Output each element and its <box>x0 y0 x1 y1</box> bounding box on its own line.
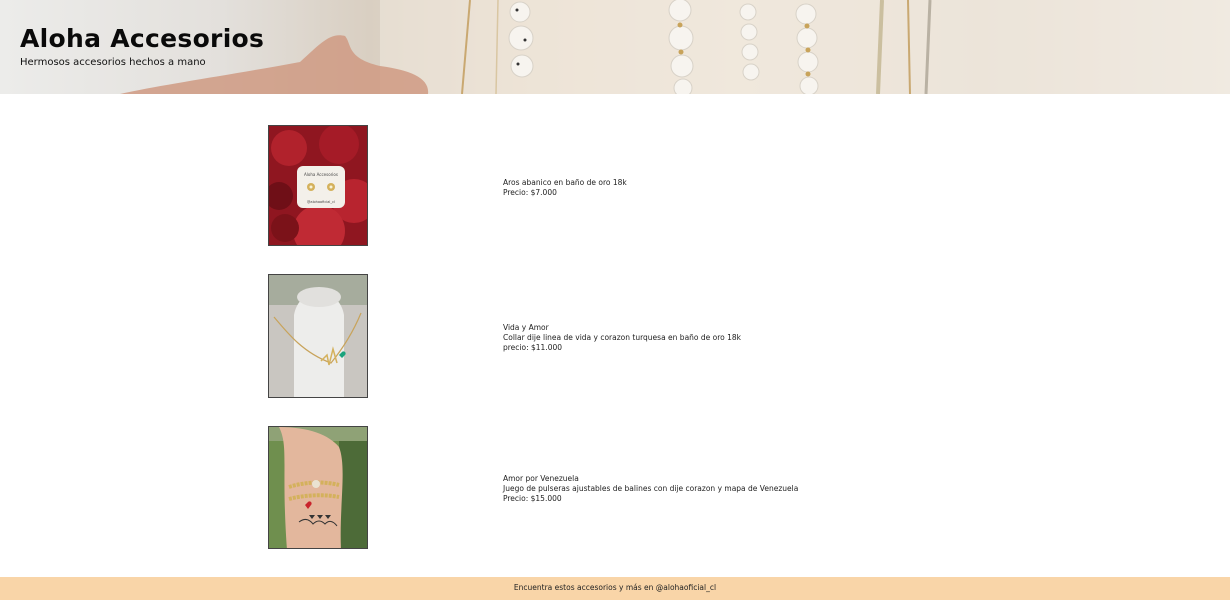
site-subtitle: Hermosos accesorios hechos a mano <box>20 57 206 68</box>
product-name: Amor por Venezuela <box>503 474 579 483</box>
product-card <box>268 426 368 549</box>
product-info: Amor por Venezuela Juego de pulseras aju… <box>503 474 798 504</box>
product-description: Juego de pulseras ajustables de balines … <box>503 484 799 493</box>
card-brand-text: Aloha Accesorios <box>304 172 338 177</box>
footer: Encuentra estos accesorios y más en @alo… <box>0 577 1230 600</box>
site-title: Aloha Accesorios <box>20 24 265 53</box>
product-card <box>268 274 368 398</box>
product-name: Aros abanico en baño de oro 18k <box>503 178 627 187</box>
product-price: Precio: $7.000 <box>503 188 557 197</box>
necklace-photo-icon <box>268 274 368 398</box>
bracelet-photo-icon <box>268 426 368 549</box>
product-price: precio: $11.000 <box>503 343 563 352</box>
product-price: Precio: $15.000 <box>503 494 562 503</box>
footer-text: Encuentra estos accesorios y más en @alo… <box>513 583 717 592</box>
product-description: Collar dije linea de vida y corazon turq… <box>503 333 742 342</box>
product-info: Vida y Amor Collar dije linea de vida y … <box>503 323 741 353</box>
earrings-photo-icon: Aloha Accesorios @alohaoficial_cl <box>268 125 368 246</box>
header-banner: Aloha Accesorios Hermosos accesorios hec… <box>0 0 1230 94</box>
product-info: Aros abanico en baño de oro 18k Precio: … <box>503 178 627 198</box>
product-card: Aloha Accesorios @alohaoficial_cl <box>268 125 368 246</box>
product-name: Vida y Amor <box>503 323 549 332</box>
card-handle-text: @alohaoficial_cl <box>307 200 335 204</box>
